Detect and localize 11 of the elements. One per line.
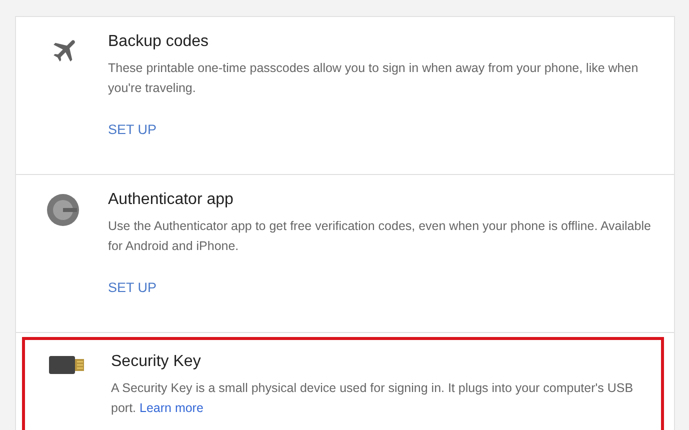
option-description: These printable one-time passcodes allow you to sign in when away from your phone, like when you're traveling. — [108, 60, 640, 97]
option-title: Security Key — [111, 353, 201, 371]
learn-more-link[interactable]: Learn more — [140, 401, 204, 415]
security-key-icon — [49, 355, 85, 375]
authenticator-icon — [46, 193, 80, 227]
option-description: Use the Authenticator app to get free verification codes, even when your phone is offline. Available for Android and iPhone. — [108, 218, 652, 255]
option-description: A Security Key is a small physical device used for signing in. It plugs into your computer's USB port. Learn more — [111, 380, 634, 417]
set-up-button[interactable]: SET UP — [108, 280, 157, 295]
set-up-button[interactable]: SET UP — [108, 122, 157, 137]
option-title: Authenticator app — [108, 191, 234, 209]
option-title: Backup codes — [108, 33, 209, 51]
